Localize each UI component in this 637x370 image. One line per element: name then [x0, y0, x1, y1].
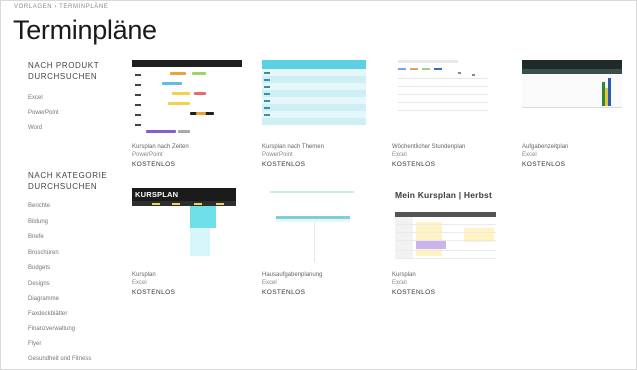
breadcrumb[interactable]: VORLAGEN › TERMINPLÄNE — [14, 4, 108, 10]
sidebar-item-designs[interactable]: Designs — [28, 281, 50, 287]
sidebar-item-diagramme[interactable]: Diagramme — [28, 296, 59, 302]
browse-by-product-heading: NACH PRODUKT DURCHSUCHEN — [28, 60, 99, 82]
card-app: Excel — [262, 280, 277, 286]
template-thumbnail[interactable] — [262, 60, 372, 142]
card-price: KOSTENLOS — [392, 289, 436, 296]
sidebar-item-gesundheit-und-fitness[interactable]: Gesundheit und Fitness — [28, 356, 91, 362]
card-price: KOSTENLOS — [392, 161, 436, 168]
browse-by-product-heading-line2: DURCHSUCHEN — [28, 72, 98, 81]
template-card[interactable]: Mein Kursplan | Herbst Kursplan Excel KO… — [392, 188, 502, 300]
sidebar-item-finanzverwaltung[interactable]: Finanzverwaltung — [28, 326, 75, 332]
card-app: Excel — [522, 152, 537, 158]
card-price: KOSTENLOS — [132, 161, 176, 168]
sidebar-item-powerpoint[interactable]: PowerPoint — [28, 110, 59, 116]
template-card[interactable]: Kursplan nach Themen PowerPoint KOSTENLO… — [262, 60, 372, 170]
browse-by-category-heading: NACH KATEGORIE DURCHSUCHEN — [28, 170, 107, 192]
template-thumbnail[interactable] — [132, 60, 242, 142]
template-card[interactable]: KURSPLAN Kursplan Excel KOSTENLOS — [132, 188, 242, 300]
card-title[interactable]: Kursplan nach Zeiten — [132, 144, 189, 150]
card-app: Excel — [392, 280, 407, 286]
card-app: Excel — [392, 152, 407, 158]
page-title: Terminpläne — [13, 15, 157, 45]
sidebar-item-excel[interactable]: Excel — [28, 95, 43, 101]
card-price: KOSTENLOS — [132, 289, 176, 296]
card-title[interactable]: Aufgabenzeitplan — [522, 144, 568, 150]
sidebar-item-faxdeckblaetter[interactable]: Faxdeckblätter — [28, 311, 67, 317]
thumbnail-mein-kursplan-header: Mein Kursplan | Herbst — [395, 190, 492, 200]
template-thumbnail[interactable]: Mein Kursplan | Herbst — [392, 188, 502, 270]
browse-by-category-heading-line1: NACH KATEGORIE — [28, 171, 108, 180]
sidebar-item-broschueren[interactable]: Broschüren — [28, 250, 59, 256]
template-thumbnail[interactable] — [392, 60, 502, 142]
card-price: KOSTENLOS — [262, 161, 306, 168]
template-card[interactable]: Wöchentlicher Stundenplan Excel KOSTENLO… — [392, 60, 502, 170]
template-card[interactable]: Hausaufgabenplanung Excel KOSTENLOS — [262, 188, 372, 300]
template-card[interactable]: Aufgabenzeitplan Excel KOSTENLOS — [522, 60, 632, 170]
template-thumbnail[interactable]: KURSPLAN — [132, 188, 242, 270]
card-title[interactable]: Kursplan — [132, 272, 156, 278]
sidebar-item-word[interactable]: Word — [28, 125, 42, 131]
browse-by-product-heading-line1: NACH PRODUKT — [28, 61, 100, 70]
browse-by-category-heading-line2: DURCHSUCHEN — [28, 182, 98, 191]
card-app: PowerPoint — [262, 152, 293, 158]
card-price: KOSTENLOS — [522, 161, 566, 168]
card-title[interactable]: Kursplan — [392, 272, 416, 278]
card-price: KOSTENLOS — [262, 289, 306, 296]
template-card[interactable]: Kursplan nach Zeiten PowerPoint KOSTENLO… — [132, 60, 242, 170]
card-title[interactable]: Hausaufgabenplanung — [262, 272, 322, 278]
card-app: Excel — [132, 280, 147, 286]
template-thumbnail[interactable] — [522, 60, 632, 142]
sidebar-item-bildung[interactable]: Bildung — [28, 219, 48, 225]
sidebar-item-berichte[interactable]: Berichte — [28, 203, 50, 209]
card-title[interactable]: Kursplan nach Themen — [262, 144, 324, 150]
template-thumbnail[interactable] — [262, 188, 372, 270]
sidebar-item-budgets[interactable]: Budgets — [28, 265, 50, 271]
card-title[interactable]: Wöchentlicher Stundenplan — [392, 144, 465, 150]
sidebar-item-flyer[interactable]: Flyer — [28, 341, 41, 347]
sidebar-item-briefe[interactable]: Briefe — [28, 234, 44, 240]
card-app: PowerPoint — [132, 152, 163, 158]
thumbnail-kursplan-header: KURSPLAN — [135, 190, 179, 199]
